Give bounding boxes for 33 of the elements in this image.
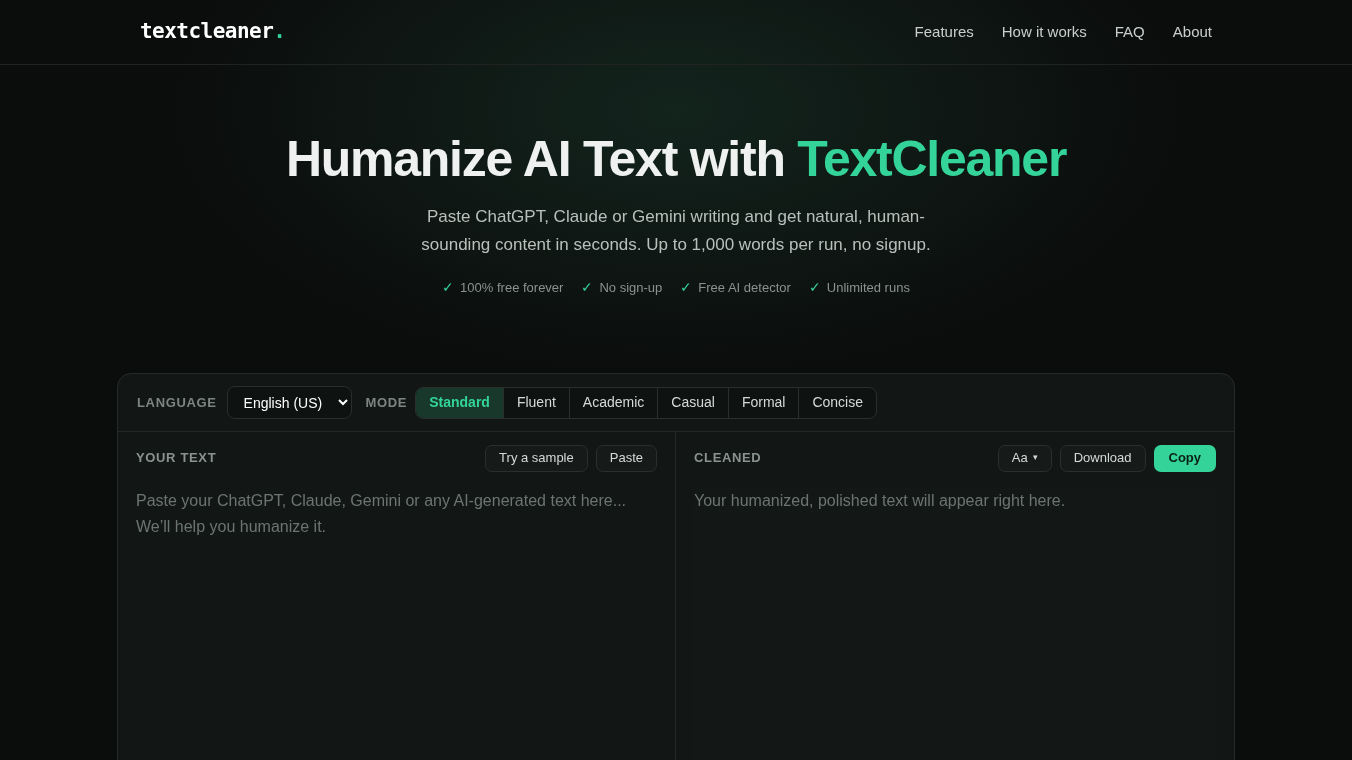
copy-button[interactable]: Copy [1153,444,1216,472]
panel-button[interactable]: Try a sample [485,444,588,472]
mode-tab[interactable]: Academic [568,387,658,418]
panel-heading: CLEANED [694,449,762,468]
nav-link[interactable]: How it works [1001,20,1087,44]
nav-link[interactable]: About [1172,20,1212,44]
language-label: LANGUAGE [137,393,217,412]
font-size-button[interactable]: Aa ▾ [997,444,1052,472]
perk-label: No sign-up [599,278,663,297]
panel-heading: YOUR TEXT [136,449,217,468]
hero-title: Humanize AI Text with TextCleaner [285,130,1067,189]
mode-tab[interactable]: Standard [416,387,503,418]
perk-label: Unlimited runs [826,278,910,297]
hero-subtitle: Paste ChatGPT, Claude or Gemini writing and get natural, human-sounding content in seconds. Up to 1,000 words per run, no signup. [420,206,932,256]
mode-tab[interactable]: Formal [727,387,799,418]
mode-label: MODE [365,393,408,412]
site-logo[interactable]: textcleaner. [140,16,286,48]
check-icon: ✓ [680,277,693,298]
language-select[interactable]: English (US) [226,386,352,419]
mode-tab[interactable]: Casual [657,387,728,418]
mode-tab[interactable]: Concise [798,387,877,418]
check-icon: ✓ [442,277,455,298]
download-button[interactable]: Download [1059,444,1146,472]
perk-label: 100% free forever [460,278,564,297]
nav-link[interactable]: FAQ [1114,20,1145,44]
text-input-field[interactable]: Paste your ChatGPT, Claude, Gemini or any AI-generated text here... We’ll help you humanize it. [136,488,646,760]
check-icon: ✓ [808,277,821,298]
perk-label: Free AI detector [698,278,791,297]
caret-icon: ▾ [1032,451,1038,465]
check-icon: ✓ [581,277,594,298]
nav-link[interactable]: Features [914,20,974,44]
mode-tab[interactable]: Fluent [502,387,569,418]
panel-button[interactable]: Paste [595,444,657,472]
